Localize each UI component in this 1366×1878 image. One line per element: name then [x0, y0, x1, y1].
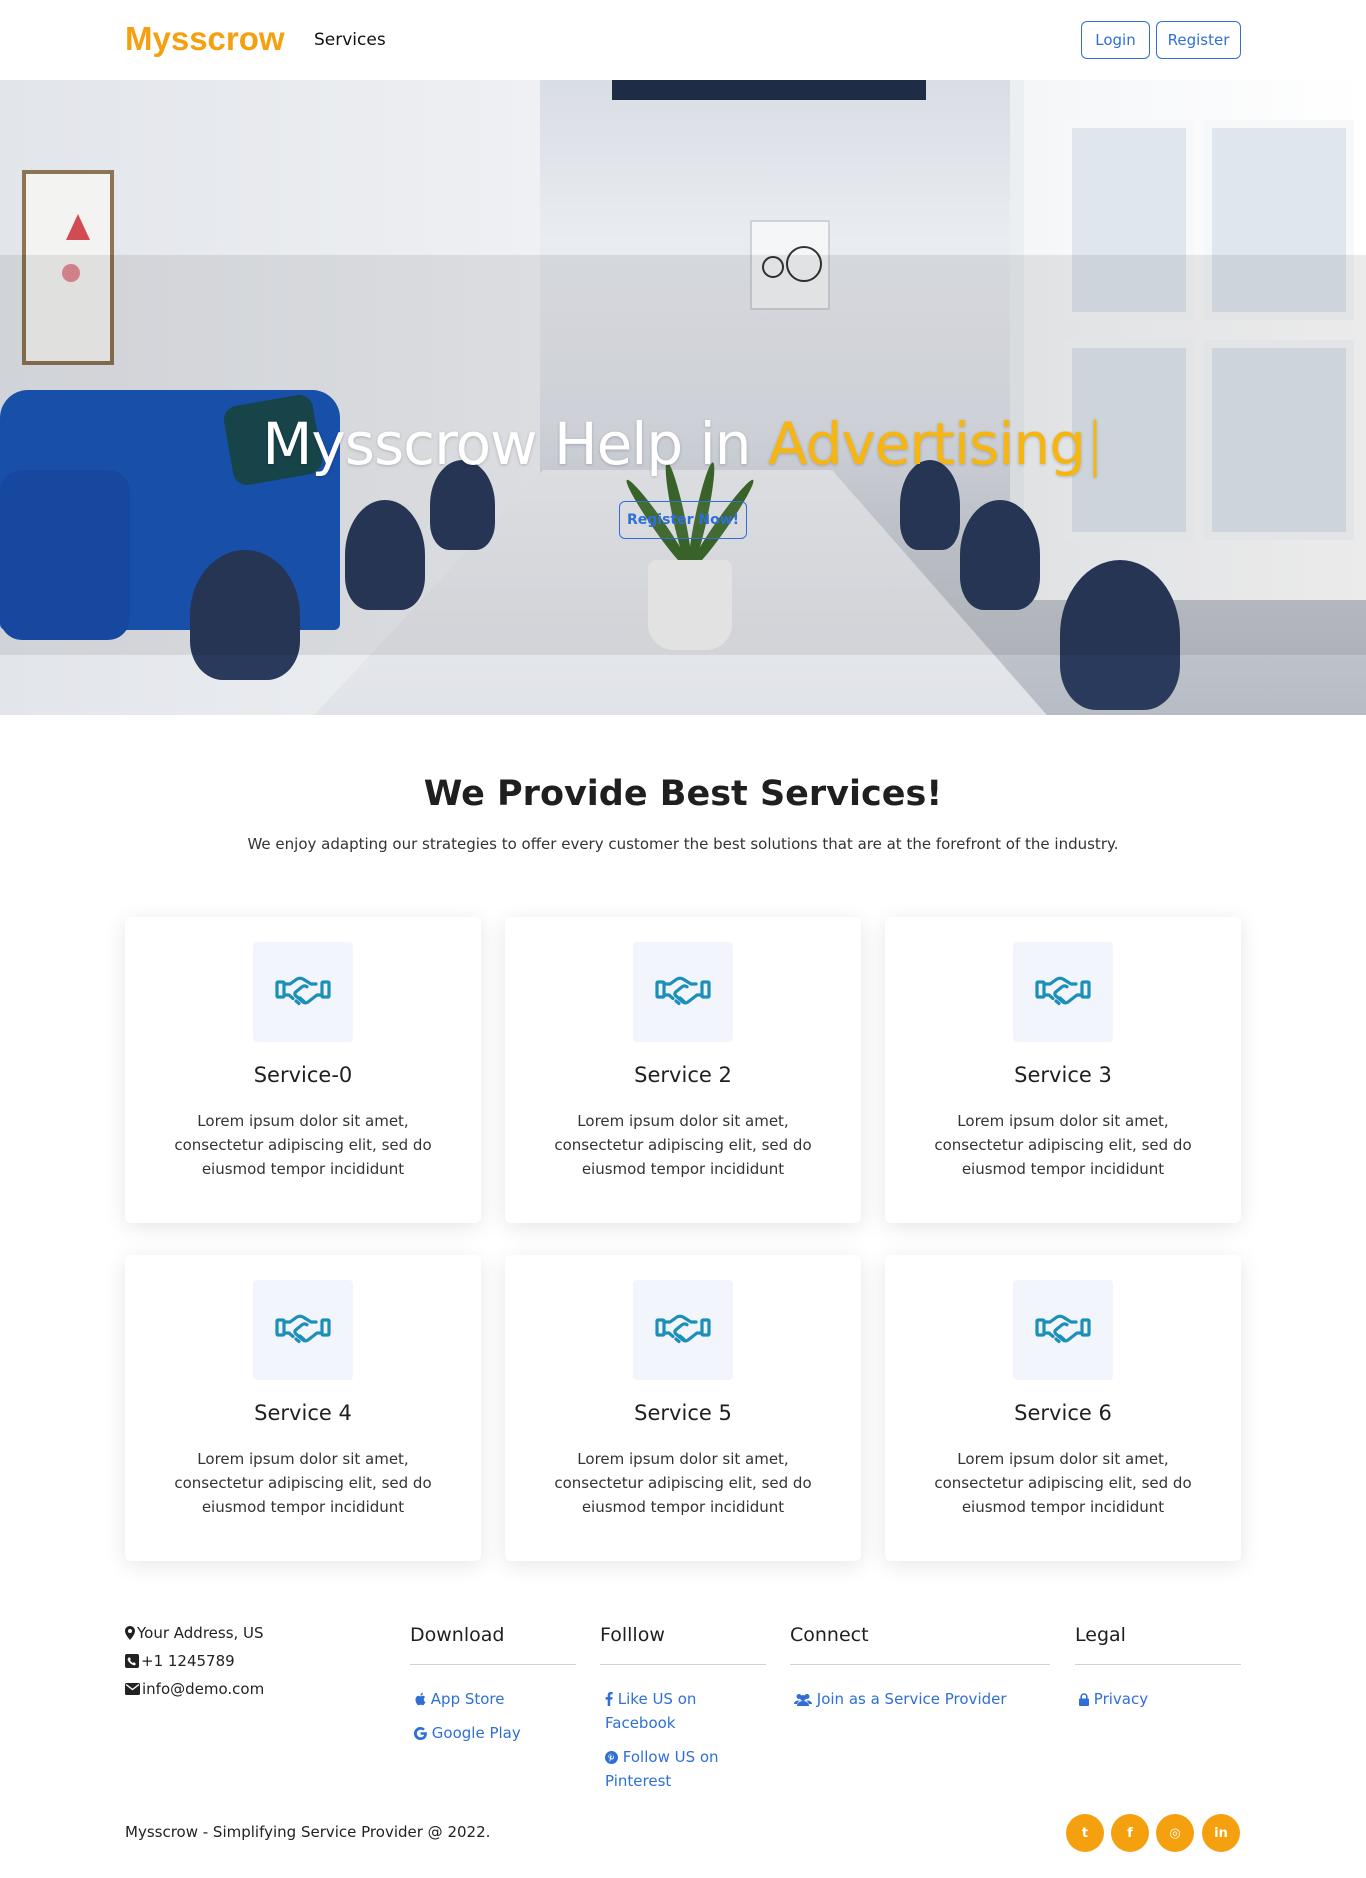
- footer-legal-heading: Legal: [1075, 1624, 1126, 1646]
- handshake-icon: [275, 972, 331, 1012]
- pinterest-label: Follow US on Pinterest: [605, 1748, 719, 1790]
- footer-download-heading: Download: [410, 1624, 505, 1646]
- service-title: Service 4: [254, 1401, 352, 1425]
- google-play-label: Google Play: [431, 1724, 521, 1742]
- email-line: info@demo.com: [125, 1680, 264, 1698]
- footer-follow-heading: Folllow: [600, 1624, 665, 1646]
- address-text: Your Address, US: [137, 1624, 264, 1642]
- handshake-icon: [1035, 972, 1091, 1012]
- hero-title-prefix: Mysscrow Help in: [262, 410, 768, 478]
- copyright-text: Mysscrow - Simplifying Service Provider …: [125, 1823, 491, 1841]
- facebook-icon[interactable]: f: [1111, 1814, 1149, 1852]
- service-icon-box: [253, 1280, 353, 1380]
- handshake-icon: [275, 1310, 331, 1350]
- service-icon-box: [633, 1280, 733, 1380]
- service-description: Lorem ipsum dolor sit amet, consectetur …: [554, 1112, 812, 1178]
- service-title: Service 6: [1014, 1401, 1112, 1425]
- service-title: Service 5: [634, 1401, 732, 1425]
- register-button[interactable]: Register: [1156, 21, 1241, 59]
- service-card[interactable]: Service 4 Lorem ipsum dolor sit amet, con…: [125, 1255, 481, 1561]
- users-icon: [794, 1694, 812, 1706]
- navbar: Mysscrow Services Login Register: [0, 0, 1366, 80]
- app-store-label: App Store: [430, 1690, 505, 1708]
- google-play-link[interactable]: Google Play: [413, 1721, 521, 1745]
- phone-text: +1 1245789: [141, 1652, 235, 1670]
- service-icon-box: [1013, 1280, 1113, 1380]
- service-provider-link[interactable]: Join as a Service Provider: [794, 1687, 1007, 1711]
- footer-divider: [790, 1664, 1050, 1665]
- pinterest-link[interactable]: Follow US on Pinterest: [605, 1745, 725, 1793]
- service-description: Lorem ipsum dolor sit amet, consectetur …: [934, 1112, 1192, 1178]
- hero-ceiling-light: [612, 80, 926, 100]
- privacy-label: Privacy: [1093, 1690, 1149, 1708]
- instagram-icon[interactable]: ◎: [1156, 1814, 1194, 1852]
- handshake-icon: [655, 972, 711, 1012]
- brand-logo[interactable]: Mysscrow: [125, 20, 285, 58]
- service-card[interactable]: Service 2 Lorem ipsum dolor sit amet, con…: [505, 917, 861, 1223]
- service-description: Lorem ipsum dolor sit amet, consectetur …: [554, 1450, 812, 1516]
- service-card[interactable]: Service 5 Lorem ipsum dolor sit amet, con…: [505, 1255, 861, 1561]
- handshake-icon: [655, 1310, 711, 1350]
- facebook-label: Like US on Facebook: [605, 1690, 697, 1732]
- phone-line: +1 1245789: [125, 1652, 235, 1670]
- service-provider-label: Join as a Service Provider: [816, 1690, 1007, 1708]
- service-icon-box: [633, 942, 733, 1042]
- linkedin-icon[interactable]: in: [1202, 1814, 1240, 1852]
- app-store-link[interactable]: App Store: [414, 1687, 505, 1711]
- facebook-icon: [605, 1692, 613, 1706]
- hero-title: Mysscrow Help in Advertising|: [0, 410, 1366, 478]
- facebook-link[interactable]: Like US on Facebook: [605, 1687, 725, 1735]
- service-title: Service 3: [1014, 1063, 1112, 1087]
- services-title: We Provide Best Services!: [423, 774, 943, 814]
- map-marker-icon: [125, 1626, 135, 1640]
- pinterest-icon: [605, 1751, 618, 1764]
- service-card[interactable]: Service-0 Lorem ipsum dolor sit amet, con…: [125, 917, 481, 1223]
- google-icon: [413, 1727, 427, 1741]
- service-icon-box: [1013, 942, 1113, 1042]
- address-line: Your Address, US: [125, 1624, 264, 1642]
- privacy-link[interactable]: Privacy: [1079, 1687, 1148, 1711]
- footer-divider: [410, 1664, 576, 1665]
- services-subtitle: We enjoy adapting our strategies to offe…: [247, 835, 1119, 853]
- email-text: info@demo.com: [142, 1680, 265, 1698]
- nav-services-link[interactable]: Services: [314, 30, 386, 50]
- handshake-icon: [1035, 1310, 1091, 1350]
- envelope-icon: [125, 1683, 140, 1695]
- hero-banner: Mysscrow Help in Advertising| Register N…: [0, 80, 1366, 715]
- lock-icon: [1079, 1693, 1089, 1706]
- service-card[interactable]: Service 6 Lorem ipsum dolor sit amet, con…: [885, 1255, 1241, 1561]
- apple-icon: [415, 1692, 426, 1706]
- phone-icon: [125, 1654, 139, 1668]
- service-description: Lorem ipsum dolor sit amet, consectetur …: [174, 1112, 432, 1178]
- hero-title-accent: Advertising: [767, 410, 1086, 478]
- service-description: Lorem ipsum dolor sit amet, consectetur …: [934, 1450, 1192, 1516]
- twitter-icon[interactable]: t: [1066, 1814, 1104, 1852]
- login-button[interactable]: Login: [1081, 21, 1150, 59]
- service-card[interactable]: Service 3 Lorem ipsum dolor sit amet, con…: [885, 917, 1241, 1223]
- footer-divider: [600, 1664, 766, 1665]
- service-description: Lorem ipsum dolor sit amet, consectetur …: [174, 1450, 432, 1516]
- footer-divider: [1075, 1664, 1241, 1665]
- service-title: Service-0: [253, 1063, 353, 1087]
- footer-connect-heading: Connect: [790, 1624, 869, 1646]
- register-now-button[interactable]: Register Now!: [619, 501, 747, 539]
- service-title: Service 2: [634, 1063, 732, 1087]
- typing-caret: |: [1085, 410, 1105, 478]
- service-icon-box: [253, 942, 353, 1042]
